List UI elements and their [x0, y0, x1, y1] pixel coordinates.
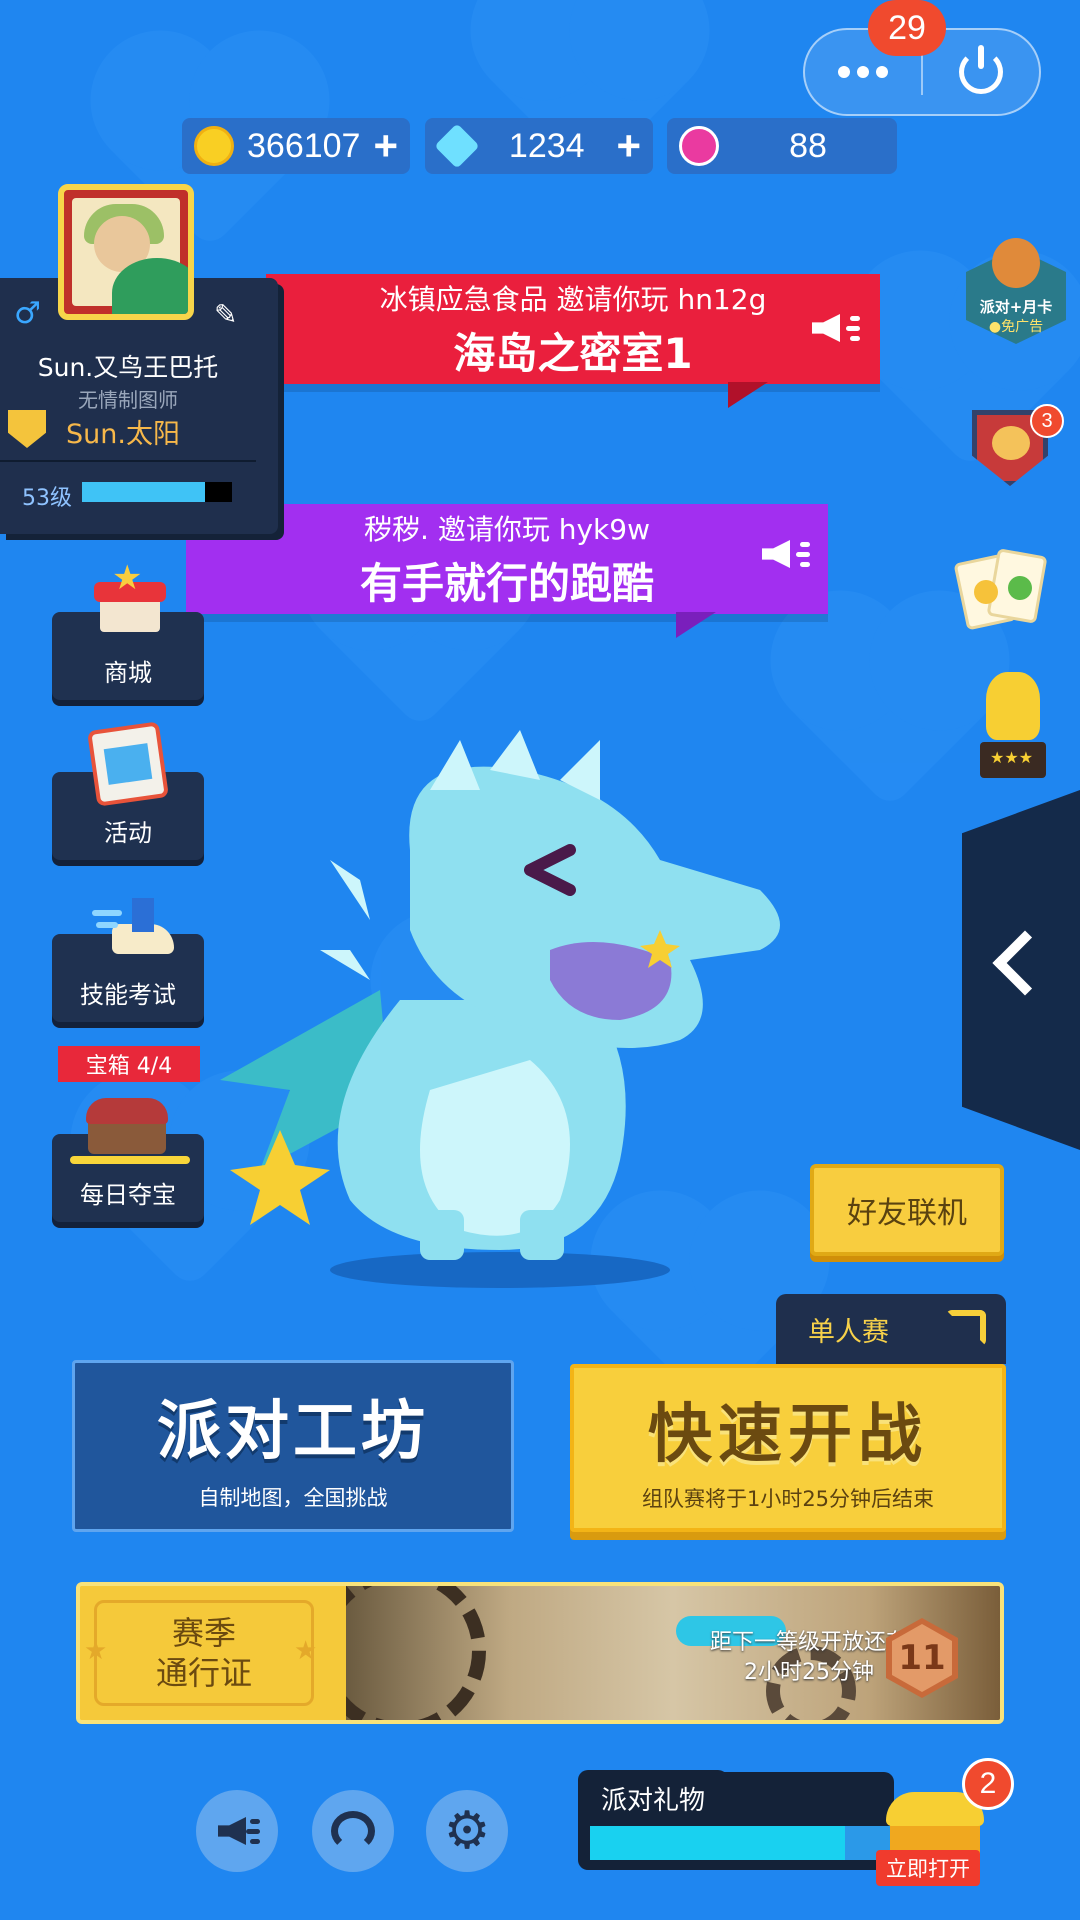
notification-badge: 29 [868, 0, 946, 56]
season-info-1: 距下一等级开放还有 [710, 1630, 909, 1655]
invite-2-map: 有手就行的跑酷 [359, 558, 654, 608]
season-info-2: 2小时25分钟 [744, 1660, 874, 1685]
player-title: 无情制图师 [78, 388, 178, 412]
daily-treasure-button[interactable]: 每日夺宝 [52, 1086, 204, 1222]
megaphone-icon [756, 534, 812, 574]
party-gift-title: 派对礼物 [578, 1770, 728, 1826]
level-label: 53级 [22, 486, 72, 511]
edit-icon[interactable]: ✎ [214, 298, 237, 331]
quick-battle-title: 快速开战 [648, 1398, 928, 1472]
team-shield-icon [8, 410, 46, 448]
sneaker-icon [92, 894, 174, 960]
trophy-icon[interactable]: ★★★ [976, 672, 1050, 780]
switch-mode-icon [946, 1310, 986, 1346]
coin-amount: 366107 [247, 126, 361, 165]
single-mode-toggle[interactable]: 单人赛 [776, 1294, 1006, 1364]
card-deck-icon[interactable] [953, 548, 1048, 631]
invite-banner-1[interactable]: 冰镇应急食品 邀请你玩 hn12g 海岛之密室1 [266, 274, 880, 408]
more-dots-icon [838, 66, 888, 78]
quick-battle-button[interactable]: 快速开战 组队赛将于1小时25分钟后结束 [570, 1364, 1006, 1532]
power-icon [959, 45, 1003, 94]
megaphone-icon [212, 1811, 262, 1851]
season-label-2: 通行证 [155, 1654, 252, 1692]
add-coins-icon[interactable]: + [373, 122, 398, 170]
friend-play-button[interactable]: 好友联机 [810, 1164, 1004, 1256]
clan-badge: 3 [1030, 404, 1064, 438]
gear-icon: ⚙ [443, 1801, 491, 1861]
workshop-subtitle: 自制地图，全国挑战 [198, 1486, 388, 1510]
announcement-button[interactable] [196, 1790, 278, 1872]
gift-progress-bar [590, 1826, 890, 1860]
shop-button[interactable]: 商城 ★ [52, 558, 204, 700]
invite-1-map: 海岛之密室1 [453, 328, 693, 378]
ad-label-1: 派对+月卡 [979, 298, 1053, 316]
male-icon: ♂ [14, 296, 41, 331]
skill-test-button[interactable]: 技能考试 [52, 888, 204, 1022]
activity-button[interactable]: 活动 [52, 721, 204, 860]
invite-2-inviter: 秽秽. 邀请你玩 hyk9w [364, 512, 650, 546]
invite-1-inviter: 冰镇应急食品 邀请你玩 hn12g [379, 282, 767, 316]
lotus-counter: 88 [667, 118, 897, 174]
season-label-1: 赛季 [171, 1614, 236, 1652]
megaphone-icon [806, 308, 862, 348]
quick-battle-subtitle: 组队赛将于1小时25分钟后结束 [641, 1487, 935, 1511]
level-progress-bar [82, 482, 232, 502]
team-name: Sun.太阳 [66, 419, 180, 450]
player-name: Sun.又鸟王巴托 [37, 353, 219, 382]
dragon-mascot [220, 730, 780, 1288]
treasure-chest-icon [82, 1094, 172, 1160]
shop-icon: ★ [90, 558, 168, 640]
party-workshop-button[interactable]: 派对工坊 自制地图，全国挑战 [72, 1360, 514, 1532]
single-mode-label: 单人赛 [808, 1316, 889, 1348]
daily-treasure-label: 每日夺宝 [80, 1181, 176, 1209]
gem-counter: 1234 + [425, 118, 653, 174]
add-gems-icon[interactable]: + [616, 122, 641, 170]
skill-test-label: 技能考试 [80, 981, 176, 1009]
settings-button[interactable]: ⚙ [426, 1790, 508, 1872]
treasure-count-tag: 宝箱 4/4 [58, 1046, 200, 1082]
season-countdown: 距下一等级开放还有 2小时25分钟 [710, 1628, 908, 1688]
activity-label: 活动 [104, 819, 152, 847]
season-pass-label: 赛季 通行证 [94, 1600, 314, 1706]
monthly-card-ad-icon[interactable]: 派对+月卡 ●免广告 [962, 238, 1070, 348]
season-pass-banner[interactable]: 赛季 通行证 ★ ★ 距下一等级开放还有 2小时25分钟 [76, 1582, 1004, 1724]
star-icon: ★ [294, 1636, 318, 1666]
diamond-icon [434, 123, 480, 169]
open-now-button[interactable]: 立即打开 [876, 1850, 980, 1886]
chevron-left-icon [992, 930, 1058, 996]
star-icon: ★ [84, 1636, 108, 1666]
calendar-icon [87, 721, 169, 807]
coin-icon [194, 126, 234, 166]
shop-label: 商城 [104, 659, 152, 687]
headset-icon [331, 1811, 375, 1851]
customer-service-button[interactable] [312, 1790, 394, 1872]
coin-counter: 366107 + [182, 118, 410, 174]
lotus-amount: 88 [789, 126, 827, 165]
workshop-title: 派对工坊 [157, 1395, 429, 1469]
season-level: 11 [898, 1638, 946, 1678]
lotus-icon [679, 126, 719, 166]
gift-badge: 2 [962, 1758, 1014, 1810]
side-drawer-toggle[interactable] [962, 790, 1080, 1150]
avatar[interactable] [58, 184, 194, 320]
invite-banner-2[interactable]: 秽秽. 邀请你玩 hyk9w 有手就行的跑酷 [186, 504, 828, 638]
gem-amount: 1234 [508, 126, 585, 165]
ad-label-2: ●免广告 [988, 319, 1044, 335]
